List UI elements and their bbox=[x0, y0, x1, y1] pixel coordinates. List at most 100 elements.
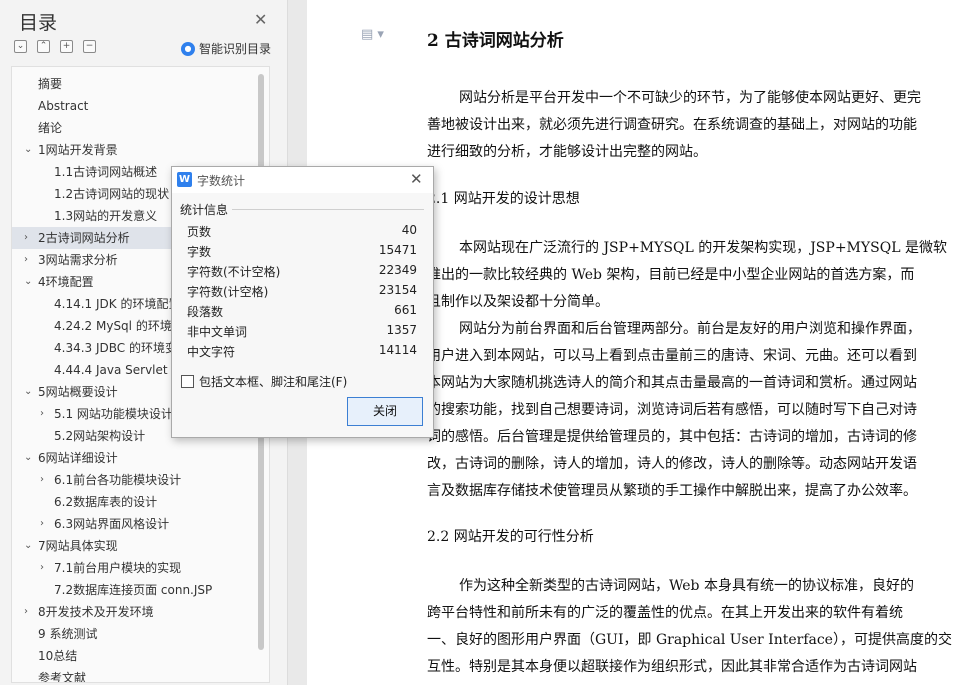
chevron-right-icon[interactable]: › bbox=[40, 557, 44, 579]
paragraph-line: 网站分析是平台开发中一个不可缺少的环节，为了能够使本网站更好、更完 bbox=[459, 90, 921, 106]
toc-item-label: 7.2数据库连接页面 conn.JSP bbox=[54, 583, 213, 597]
stat-row: 非中文单词 1357 bbox=[187, 323, 417, 343]
chevron-right-icon[interactable]: › bbox=[40, 403, 44, 425]
stat-row: 页数 40 bbox=[187, 223, 417, 243]
toc-item[interactable]: 10总结 bbox=[12, 645, 267, 667]
stat-label: 段落数 bbox=[187, 305, 224, 319]
chevron-right-icon[interactable]: › bbox=[24, 227, 28, 249]
toc-item[interactable]: ⌄ 6网站详细设计 bbox=[12, 447, 267, 469]
sidebar-close-icon[interactable]: ✕ bbox=[254, 10, 267, 29]
toc-item[interactable]: › 8开发技术及开发环境 bbox=[12, 601, 267, 623]
chevron-right-icon[interactable]: › bbox=[24, 601, 28, 623]
toc-item[interactable]: 9 系统测试 bbox=[12, 623, 267, 645]
toc-item-label: 6.1前台各功能模块设计 bbox=[54, 473, 182, 487]
sidebar-toolbar: ⌄ ⌃ + − bbox=[14, 40, 96, 53]
word-count-dialog: W 字数统计 ✕ 统计信息 页数 40 字数 15471 字符数(不计空格) 22349 字… bbox=[171, 166, 434, 438]
wps-logo-icon: W bbox=[177, 172, 192, 187]
toc-item[interactable]: ⌄ 7网站具体实现 bbox=[12, 535, 267, 557]
section-heading: 2.1 网站开发的设计思想 bbox=[427, 191, 580, 207]
paragraph-line: 的搜索功能，找到自己想要诗词，浏览诗词后若有感悟，可以随时写下自己对诗 bbox=[427, 402, 917, 418]
chevron-down-icon[interactable]: ⌄ bbox=[24, 447, 32, 469]
toc-item-label: 6网站详细设计 bbox=[38, 451, 118, 465]
dialog-titlebar[interactable]: W 字数统计 ✕ bbox=[172, 167, 433, 193]
paragraph-line: 本网站为大家随机挑选诗人的简介和其点击量最高的一首诗词和赏析。通过网站 bbox=[427, 375, 917, 391]
remove-heading-icon[interactable]: − bbox=[83, 40, 96, 53]
paragraph-line: 且制作以及架设都十分简单。 bbox=[427, 294, 609, 310]
chevron-down-icon[interactable]: ⌄ bbox=[24, 139, 32, 161]
toc-item[interactable]: 参考文献 bbox=[12, 667, 267, 683]
toc-item-label: 1.2古诗词网站的现状 bbox=[54, 187, 170, 201]
stat-value: 22349 bbox=[378, 263, 417, 277]
page-icon[interactable]: ▤ ▾ bbox=[361, 27, 384, 42]
stat-label: 中文字符 bbox=[187, 345, 236, 359]
section-heading: 2.2 网站开发的可行性分析 bbox=[427, 529, 594, 545]
sidebar-title: 目录 bbox=[19, 12, 58, 34]
include-textbox-checkbox[interactable]: 包括文本框、脚注和尾注(F) bbox=[181, 373, 347, 390]
stat-label: 字符数(不计空格) bbox=[187, 265, 281, 279]
toc-item-label: 2古诗词网站分析 bbox=[38, 231, 130, 245]
toc-item-label: 4.14.1 JDK 的环境配置 bbox=[54, 297, 181, 311]
dialog-close-icon[interactable]: ✕ bbox=[410, 170, 423, 188]
chevron-down-icon[interactable]: ⌄ bbox=[24, 381, 32, 403]
paragraph-line: 网站分为前台界面和后台管理两部分。前台是友好的用户浏览和操作界面， bbox=[459, 321, 921, 337]
paragraph-line: 一、良好的图形用户界面（GUI，即 Graphical User Interfa… bbox=[427, 632, 952, 648]
stat-value: 14114 bbox=[378, 343, 417, 357]
toc-item[interactable]: › 6.3网站界面风格设计 bbox=[12, 513, 267, 535]
stat-label: 字符数(计空格) bbox=[187, 285, 269, 299]
toc-item-label: 参考文献 bbox=[38, 671, 87, 683]
toc-item[interactable]: 7.2数据库连接页面 conn.JSP bbox=[12, 579, 267, 601]
expand-all-icon[interactable]: ⌄ bbox=[14, 40, 27, 53]
toc-item[interactable]: 摘要 bbox=[12, 73, 267, 95]
toc-item-label: 7网站具体实现 bbox=[38, 539, 118, 553]
chevron-right-icon[interactable]: › bbox=[24, 249, 28, 271]
stat-row: 字符数(计空格) 23154 bbox=[187, 283, 417, 303]
stat-value: 40 bbox=[401, 223, 417, 237]
toc-item-label: 7.1前台用户模块的实现 bbox=[54, 561, 182, 575]
chevron-down-icon[interactable]: ⌄ bbox=[24, 271, 32, 293]
chevron-right-icon[interactable]: › bbox=[40, 469, 44, 491]
toc-item-label: 5.2网站架构设计 bbox=[54, 429, 146, 443]
section-divider bbox=[232, 209, 424, 210]
toc-item-label: 绪论 bbox=[38, 121, 63, 135]
close-button[interactable]: 关闭 bbox=[347, 397, 423, 426]
paragraph-line: 用户进入到本网站，可以马上看到点击量前三的唐诗、宋词、元曲。还可以看到 bbox=[427, 348, 917, 364]
toc-item-label: 4.34.3 JDBC 的环境变量 bbox=[54, 341, 189, 355]
toc-item[interactable]: › 6.1前台各功能模块设计 bbox=[12, 469, 267, 491]
paragraph-line: 善地被设计出来，就必须先进行调查研究。在系统调查的基础上，对网站的功能 bbox=[427, 117, 917, 133]
paragraph-line: 言及数据库存储技术使管理员从繁琐的手工操作中解脱出来，提高了办公效率。 bbox=[427, 483, 917, 499]
add-heading-icon[interactable]: + bbox=[60, 40, 73, 53]
toc-item-label: 6.3网站界面风格设计 bbox=[54, 517, 170, 531]
stats-section-label: 统计信息 bbox=[180, 203, 229, 217]
collapse-all-icon[interactable]: ⌃ bbox=[37, 40, 50, 53]
stat-value: 15471 bbox=[378, 243, 417, 257]
paragraph-line: 词的感悟。后台管理是提供给管理员的，其中包括：古诗词的增加，古诗词的修 bbox=[427, 429, 917, 445]
toc-item-label: 摘要 bbox=[38, 77, 63, 91]
smart-toc-button[interactable]: ● 智能识别目录 bbox=[181, 40, 271, 57]
stat-row: 字数 15471 bbox=[187, 243, 417, 263]
chevron-down-icon[interactable]: ⌄ bbox=[24, 535, 32, 557]
toc-item[interactable]: 绪论 bbox=[12, 117, 267, 139]
paragraph-line: 作为这种全新类型的古诗词网站，Web 本身具有统一的协议标准，良好的 bbox=[459, 578, 914, 594]
checkbox-box[interactable] bbox=[181, 375, 194, 388]
chapter-heading: 2 古诗词网站分析 bbox=[427, 31, 564, 51]
toc-item[interactable]: 6.2数据库表的设计 bbox=[12, 491, 267, 513]
stat-label: 字数 bbox=[187, 245, 212, 259]
paragraph-line: 推出的一款比较经典的 Web 架构，目前已经是中小型企业网站的首选方案，而 bbox=[427, 267, 915, 283]
checkbox-label: 包括文本框、脚注和尾注(F) bbox=[199, 375, 348, 389]
robot-icon: ● bbox=[181, 41, 195, 56]
toc-item[interactable]: Abstract bbox=[12, 95, 267, 117]
chevron-right-icon[interactable]: › bbox=[40, 513, 44, 535]
stat-row: 中文字符 14114 bbox=[187, 343, 417, 363]
toc-item-label: 5网站概要设计 bbox=[38, 385, 118, 399]
stat-label: 非中文单词 bbox=[187, 325, 248, 339]
toc-item-label: 1网站开发背景 bbox=[38, 143, 118, 157]
toc-item-label: 4环境配置 bbox=[38, 275, 94, 289]
paragraph-line: 进行细致的分析，才能够设计出完整的网站。 bbox=[427, 144, 707, 160]
paragraph-line: 跨平台特性和前所未有的广泛的覆盖性的优点。在其上开发出来的软件有着统 bbox=[427, 605, 903, 621]
stat-row: 字符数(不计空格) 22349 bbox=[187, 263, 417, 283]
toc-item-label: 9 系统测试 bbox=[38, 627, 98, 641]
toc-item-label: 3网站需求分析 bbox=[38, 253, 118, 267]
stat-label: 页数 bbox=[187, 225, 212, 239]
toc-item[interactable]: › 7.1前台用户模块的实现 bbox=[12, 557, 267, 579]
toc-item[interactable]: ⌄ 1网站开发背景 bbox=[12, 139, 267, 161]
